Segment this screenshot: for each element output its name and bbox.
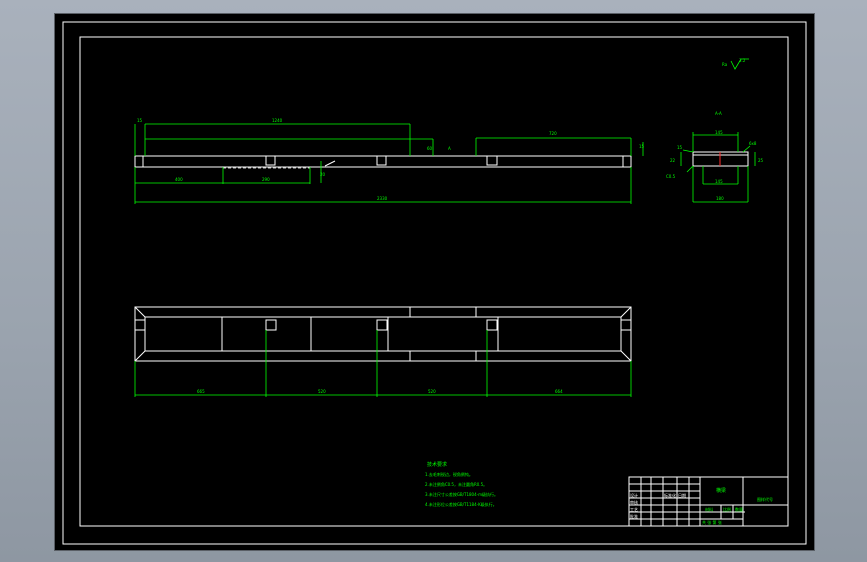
notes-title: 技术要求 bbox=[427, 461, 447, 468]
small-mark: A bbox=[448, 146, 451, 151]
drawing-no: 图样代号 bbox=[757, 496, 773, 502]
cell-process: 工艺 bbox=[630, 507, 638, 512]
dim-mid: 290 bbox=[262, 177, 270, 182]
part-name: 横梁 bbox=[716, 487, 726, 494]
plan-seg1: 665 bbox=[197, 389, 205, 394]
cell-standard: 标准化 bbox=[664, 492, 676, 498]
dim-left: 400 bbox=[175, 177, 183, 182]
front-view: 15 1240 60 A 720 15 2330 400 290 20 bbox=[134, 118, 645, 204]
cell-review: 审核 bbox=[630, 499, 638, 505]
material-label: 材料 bbox=[705, 506, 713, 512]
section-view: A-A 145 145 180 25 6x8 22 C0.5 15 bbox=[666, 111, 764, 203]
section-callout-left: C0.5 bbox=[666, 174, 676, 179]
plan-seg4: 664 bbox=[555, 389, 563, 394]
note-2: 2.未注倒角C0.5，未注圆角R0.5。 bbox=[425, 481, 487, 487]
section-top-width: 145 bbox=[715, 130, 723, 135]
plan-outline bbox=[134, 306, 632, 362]
roughness-prefix: Ra bbox=[722, 62, 728, 67]
section-right-label: 6x8 bbox=[749, 141, 757, 146]
dim-side: 60 bbox=[427, 146, 433, 151]
section-bottom-width: 145 bbox=[715, 179, 723, 184]
cell-date: 日期 bbox=[678, 492, 686, 498]
dim-overall-length: 2330 bbox=[377, 196, 388, 201]
plan-seg3: 520 bbox=[428, 389, 436, 394]
plan-view: 665 520 520 664 bbox=[134, 306, 632, 397]
cell-design: 设计 bbox=[630, 492, 638, 498]
dim-left-offset: 15 bbox=[137, 118, 143, 123]
sheet-label: 共 张 第 张 bbox=[702, 519, 722, 525]
front-notch-2 bbox=[376, 155, 387, 166]
section-label: A-A bbox=[715, 111, 722, 116]
dim-right-height: 15 bbox=[639, 144, 645, 149]
dim-top-left-length: 1240 bbox=[272, 118, 283, 123]
qty-label: 数量 bbox=[735, 506, 743, 512]
inner-frame bbox=[79, 36, 789, 527]
note-1: 1.去毛刺锐边，锐角倒钝。 bbox=[425, 471, 473, 477]
roughness-value: 3.2 bbox=[739, 58, 746, 63]
technical-notes: 技术要求 1.去毛刺锐边，锐角倒钝。 2.未注倒角C0.5，未注圆角R0.5。 … bbox=[425, 461, 498, 507]
drawing-canvas: Ra 3.2 15 1240 60 A 720 15 2330 400 290 … bbox=[62, 21, 807, 545]
roughness-symbol: Ra 3.2 bbox=[722, 58, 749, 70]
scale-label: 比例 bbox=[723, 506, 731, 512]
section-overall-width: 180 bbox=[716, 196, 724, 201]
note-3: 3.未注尺寸公差按GB/T1804-m级执行。 bbox=[425, 491, 498, 497]
plan-inner bbox=[144, 316, 622, 352]
dim-top-right-length: 720 bbox=[549, 131, 557, 136]
dim-height: 20 bbox=[320, 172, 326, 177]
section-left-small: 15 bbox=[677, 145, 683, 150]
section-left-height: 22 bbox=[670, 158, 676, 163]
title-block: 横梁 图样代号 材料 比例 数量 共 张 第 张 设计 审核 工艺 批准 标准化… bbox=[628, 476, 789, 527]
front-end-left bbox=[134, 155, 144, 168]
note-4: 4.未注形位公差按GB/T1184-K级执行。 bbox=[425, 501, 497, 507]
plan-seg2: 520 bbox=[318, 389, 326, 394]
section-height: 25 bbox=[758, 158, 764, 163]
front-notch-1 bbox=[265, 155, 276, 166]
cell-approve: 批准 bbox=[630, 513, 638, 519]
cad-viewport[interactable]: Ra 3.2 15 1240 60 A 720 15 2330 400 290 … bbox=[54, 13, 815, 551]
front-notch-3 bbox=[486, 155, 498, 166]
front-end-right bbox=[622, 155, 632, 168]
break-mark bbox=[324, 160, 336, 167]
